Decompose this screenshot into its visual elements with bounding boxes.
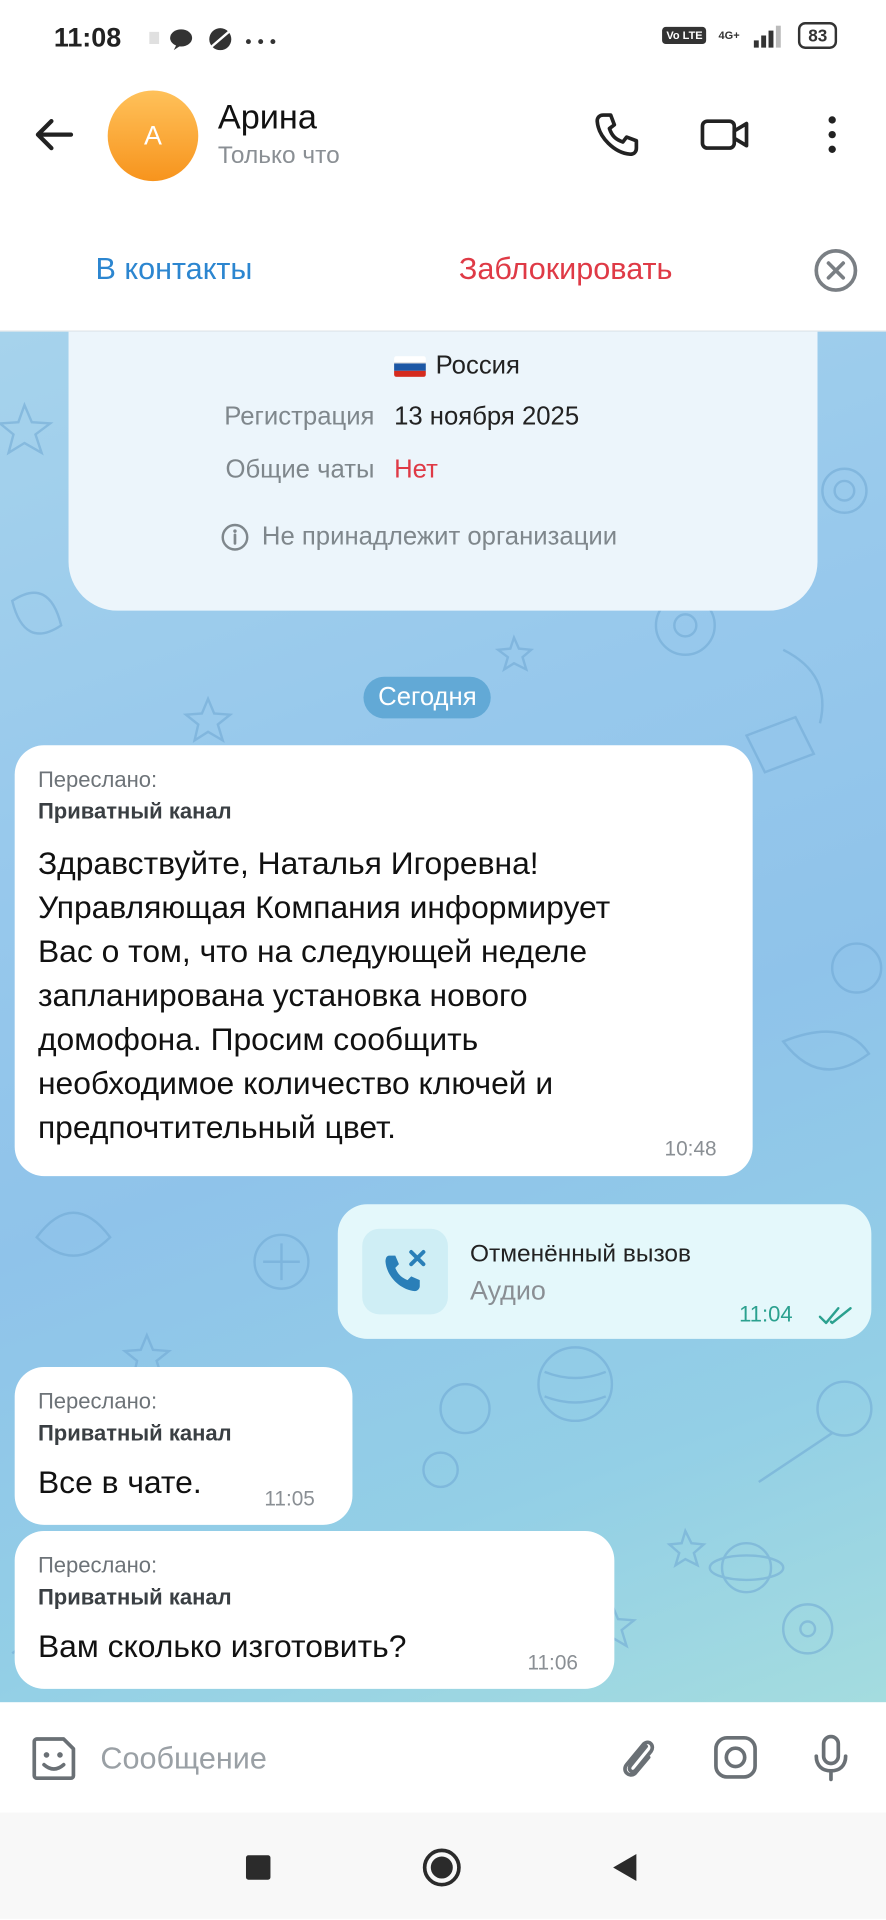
microphone-icon[interactable]	[805, 1732, 856, 1783]
message-line: необходимое количество ключей и	[37, 1064, 554, 1102]
status-time: 11:08	[53, 22, 122, 53]
contact-status: Только что	[217, 141, 340, 169]
incoming-message[interactable]: Переслано: Приватный канал Вам сколько и…	[14, 1530, 615, 1689]
notification-app-icons	[149, 28, 232, 51]
camera-icon[interactable]	[710, 1732, 761, 1783]
country-value: Россия	[435, 351, 520, 380]
message-line: предпочтительный цвет.	[37, 1108, 396, 1146]
forwarded-label: Переслано:	[37, 767, 158, 792]
network-type: 4G+	[718, 29, 740, 42]
message-line: Вас о том, что на следующей неделе	[37, 932, 588, 970]
read-receipt-icon	[818, 1307, 852, 1325]
sticker-icon[interactable]	[27, 1732, 81, 1786]
forwarded-label: Переслано:	[37, 1389, 158, 1414]
call-type-icon	[362, 1228, 448, 1315]
phone-call-icon[interactable]	[590, 108, 644, 162]
forwarded-source[interactable]: Приватный канал	[38, 1421, 232, 1447]
profile-country: Россия	[394, 351, 520, 380]
message-time: 11:05	[264, 1486, 315, 1511]
system-navigation-bar	[0, 1812, 886, 1919]
organization-note: Не принадлежит организации	[220, 523, 617, 552]
call-type: Аудио	[469, 1275, 546, 1306]
forwarded-source[interactable]: Приватный канал	[38, 799, 232, 825]
message-input-bar: Сообщение	[0, 1702, 886, 1813]
message-time: 10:48	[664, 1136, 717, 1161]
incoming-message[interactable]: Переслано: Приватный канал Здравствуйте,…	[14, 745, 753, 1177]
status-indicators: Vo LTE 4G+ 83	[662, 22, 838, 49]
profile-info-card: Россия Регистрация 13 ноября 2025 Общие …	[68, 331, 818, 611]
forwarded-label: Переслано:	[37, 1553, 158, 1578]
russia-flag-icon	[394, 355, 426, 377]
message-input[interactable]: Сообщение	[100, 1741, 267, 1776]
back-arrow-icon[interactable]	[29, 110, 78, 159]
close-bar-icon[interactable]	[813, 247, 860, 294]
outgoing-call-message[interactable]: Отменённый вызов Аудио 11:04	[337, 1204, 872, 1339]
common-chats-label: Общие чаты	[225, 455, 375, 484]
video-call-icon[interactable]	[698, 108, 752, 162]
message-time: 11:04	[739, 1302, 793, 1327]
call-title: Отменённый вызов	[469, 1240, 692, 1268]
message-line: домофона. Просим сообщить	[37, 1020, 479, 1058]
status-bar: 11:08 Vo LTE 4G+ 83	[0, 0, 886, 76]
battery-indicator: 83	[798, 22, 838, 49]
message-line: Здравствуйте, Наталья Игоревна!	[37, 844, 539, 882]
avatar[interactable]: A	[107, 90, 199, 182]
incoming-message[interactable]: Переслано: Приватный канал Все в чате. 1…	[14, 1366, 353, 1525]
message-line: Управляющая Компания информирует	[37, 888, 611, 926]
organization-note-text: Не принадлежит организации	[261, 522, 618, 551]
block-button[interactable]: Заблокировать	[459, 252, 673, 287]
add-to-contacts-button[interactable]: В контакты	[95, 252, 252, 287]
recent-apps-icon[interactable]	[237, 1847, 279, 1889]
registration-label: Регистрация	[224, 402, 375, 431]
message-text: Все в чате.	[37, 1463, 202, 1501]
message-text: Вам сколько изготовить?	[37, 1627, 407, 1665]
info-icon	[221, 523, 249, 551]
contact-name[interactable]: Арина	[218, 98, 317, 137]
date-separator: Сегодня	[363, 676, 492, 719]
back-nav-icon[interactable]	[605, 1847, 647, 1889]
attachment-icon[interactable]	[612, 1732, 663, 1783]
registration-value: 13 ноября 2025	[394, 402, 580, 431]
chat-messages-area[interactable]: Россия Регистрация 13 ноября 2025 Общие …	[0, 331, 886, 1703]
notification-icons	[147, 24, 279, 53]
common-chats-value: Нет	[394, 455, 438, 484]
cancelled-call-icon	[385, 1249, 426, 1292]
message-line: запланирована установка нового	[37, 976, 528, 1014]
more-options-icon[interactable]	[805, 108, 859, 162]
volte-badge: Vo LTE	[662, 26, 707, 45]
forwarded-source[interactable]: Приватный канал	[38, 1585, 232, 1611]
app-screen: 11:08 Vo LTE 4G+ 83 A Арина Только что В…	[0, 0, 886, 1919]
signal-icon	[754, 25, 782, 48]
more-notifications-icon	[242, 28, 279, 50]
home-icon[interactable]	[421, 1847, 463, 1889]
unknown-contact-bar: В контакты Заблокировать	[0, 198, 886, 332]
message-text: Здравствуйте, Наталья Игоревна! Управляю…	[38, 841, 610, 1149]
message-time: 11:06	[527, 1650, 578, 1675]
chat-header: A Арина Только что	[0, 75, 886, 199]
